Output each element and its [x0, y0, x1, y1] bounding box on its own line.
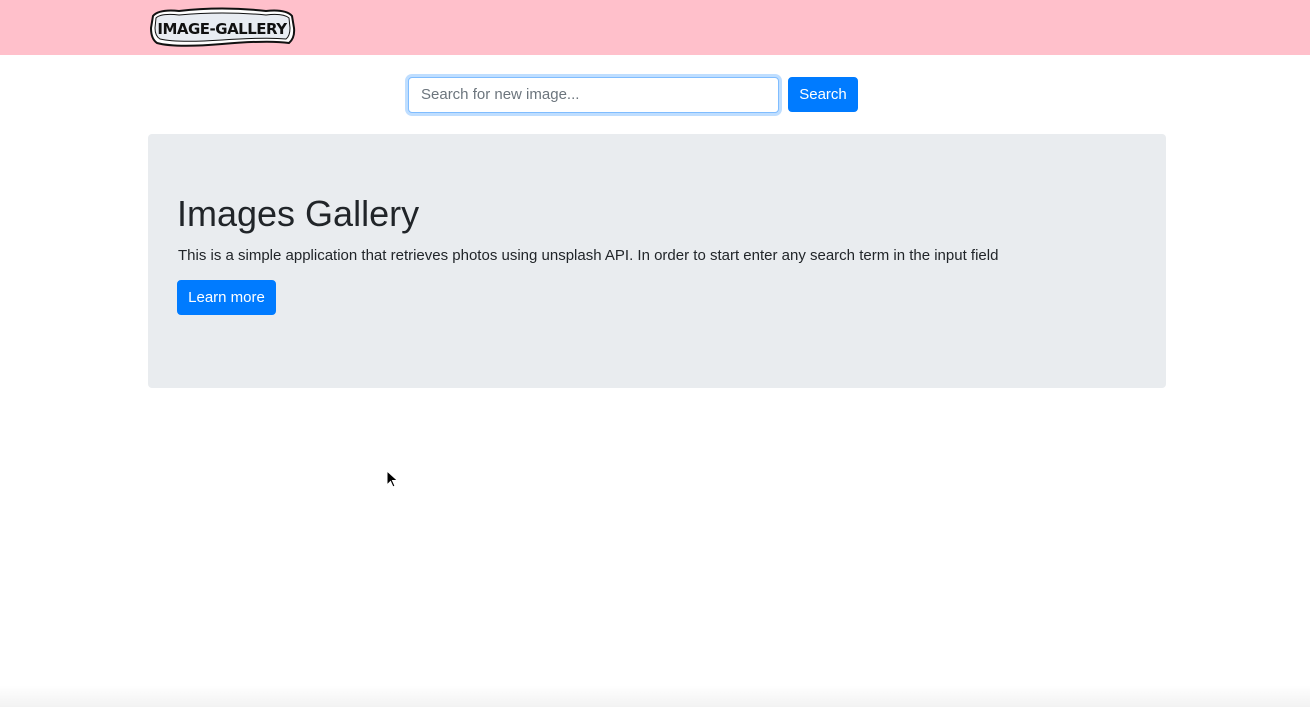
image-gallery-logo[interactable]: IMAGE-GALLERY: [149, 6, 296, 48]
navbar: IMAGE-GALLERY: [0, 0, 1310, 55]
learn-more-button[interactable]: Learn more: [177, 280, 276, 315]
search-input[interactable]: [408, 76, 779, 113]
search-form: Search: [408, 76, 858, 113]
pointer-cursor-icon: [386, 470, 399, 488]
search-button[interactable]: Search: [788, 77, 858, 112]
jumbotron: Images Gallery This is a simple applicat…: [148, 134, 1166, 388]
logo-text: IMAGE-GALLERY: [157, 20, 288, 38]
page-description: This is a simple application that retrie…: [178, 247, 999, 264]
bottom-edge-shade: [0, 685, 1310, 707]
page-title: Images Gallery: [177, 193, 420, 234]
